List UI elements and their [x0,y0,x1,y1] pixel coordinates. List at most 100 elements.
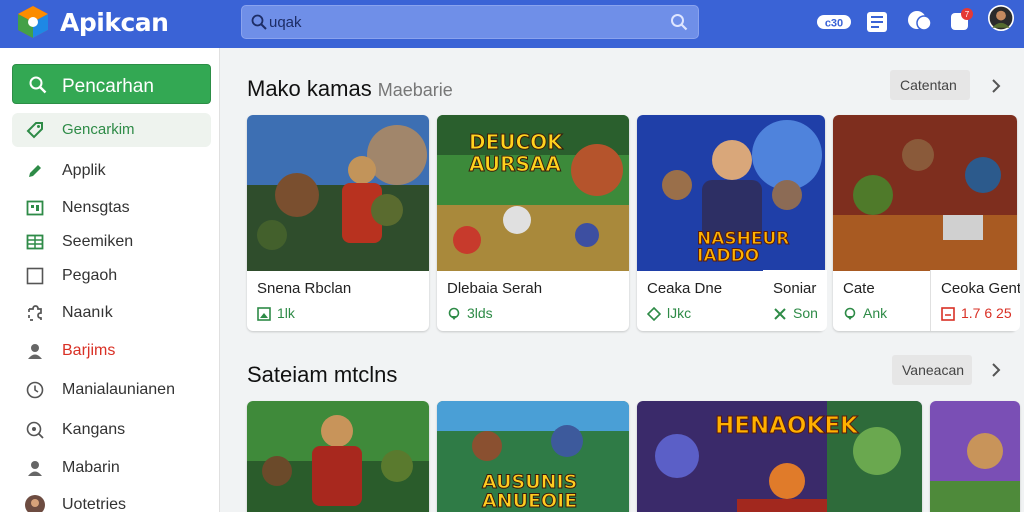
tag-icon [26,122,43,139]
square-icon [26,267,44,285]
game-meta: Ank [843,305,887,321]
avatar [25,495,45,512]
sidebar-item-gencarkim[interactable]: Gencarkim [12,113,211,147]
chevron-right-icon[interactable] [988,78,1004,94]
notifications-icon[interactable]: 7 [948,8,976,34]
more-button[interactable]: Catentan [890,70,970,100]
person-icon [28,461,42,476]
app-name[interactable]: Apikcan [60,8,169,37]
game-art-title: HENAOKEK [715,413,859,440]
game-meta-text: Son [793,305,818,321]
sidebar-item-label: Manialaunianen [62,381,175,398]
image-icon [257,307,271,321]
sidebar-search-button[interactable]: Pencarhan [12,64,211,104]
sidebar-item-applik[interactable]: Applik [12,154,211,188]
game-name: Cate [843,280,875,297]
game-meta: 1.7 6 25 [941,305,1012,321]
person-icon [28,344,42,359]
sidebar-search-label: Pencarhan [62,76,154,97]
game-meta-text: 3lds [467,305,493,321]
section-title-text: Mako kamas [247,76,372,101]
game-card[interactable]: Ceoka Gent 1.7 6 25 [930,270,1020,331]
section-subtitle: Maebarie [377,80,453,100]
search-icon [251,14,267,30]
game-card[interactable]: Snena Rbclan 1lk [247,115,429,331]
game-meta: Son [773,305,818,321]
game-art-title: NASHEUR IADDO [697,229,790,266]
game-name: Soniar [773,280,817,297]
game-name: Snena Rbclan [257,280,352,297]
search-input[interactable] [269,6,649,38]
game-card[interactable]: AUSUNIS ANUEOIE [437,401,629,512]
notification-badge: 7 [965,10,970,19]
sidebar-item-label: Seemiken [62,233,134,250]
game-card[interactable] [930,401,1020,512]
sidebar-item-kangans[interactable]: Kangans [12,413,211,447]
sidebar: Pencarhan Gencarkim Applik Nensgtas Seem… [0,48,220,512]
game-artwork [833,115,1017,271]
game-meta-text: lJkc [667,305,692,321]
sidebar-item-label: Uotetries [62,496,127,512]
game-art-title: AUSUNIS ANUEOIE [482,471,578,512]
game-art-title: DEUCOK AURSAA [469,130,564,176]
puzzle-icon [28,305,42,321]
game-artwork [930,401,1020,512]
sidebar-item-label: Nensgtas [62,199,130,216]
avatar[interactable] [985,5,1017,31]
game-name: Dlebaia Serah [447,280,543,297]
app-logo-icon[interactable] [16,4,50,40]
news-icon[interactable] [866,9,888,35]
game-artwork [247,401,429,512]
pin-icon [844,307,856,320]
section-title: Mako kamas Maebarie [247,76,453,102]
sidebar-item-nensgtas[interactable]: Nensgtas [12,191,211,225]
sidebar-item-label: Naanık [62,304,113,321]
game-card[interactable]: Soniar Son [763,270,827,331]
sidebar-item-mabarin[interactable]: Mabarin [12,451,211,485]
game-meta: lJkc [646,305,692,322]
sidebar-item-naanik[interactable]: Naanık [12,296,211,330]
more-button[interactable]: Vaneacan [892,355,972,385]
game-meta: 1lk [257,305,295,321]
search-bar[interactable] [241,5,699,39]
game-meta-text: 1.7 6 25 [961,305,1012,321]
sidebar-item-pegaoh[interactable]: Pegaoh [12,259,211,293]
diamond-icon [646,306,662,322]
sidebar-item-label: Pegaoh [62,267,118,284]
chevron-right-icon[interactable] [988,362,1004,378]
search-submit-icon[interactable] [670,13,688,31]
game-card[interactable] [247,401,429,512]
section-title: Sateiam mtclns [247,362,397,388]
sidebar-item-seemiken[interactable]: Seemiken [12,225,211,259]
sidebar-item-label: Barjims [62,342,116,359]
search-circle-icon [26,421,44,439]
section-title-text: Sateiam mtclns [247,362,398,387]
sidebar-item-label: Applik [62,162,106,179]
pencil-icon [29,165,41,177]
sidebar-item-manialaunianen[interactable]: Manialaunianen [12,373,211,407]
chat-icon[interactable] [906,8,932,34]
game-name: Ceoka Gent [941,280,1020,297]
table-icon [26,234,44,250]
tools-icon [774,308,786,320]
game-card[interactable]: DEUCOK AURSAA Dlebaia Serah 3lds [437,115,629,331]
gallery-icon [941,307,955,321]
game-card[interactable]: HENAOKEK [637,401,922,512]
game-artwork [247,115,429,271]
gamepad-icon[interactable]: c30 [816,12,852,38]
clock-icon [26,381,44,399]
sidebar-item-label: Kangans [62,421,126,438]
top-bar: Apikcan c30 7 [0,0,1024,48]
pin-icon [448,307,460,320]
game-meta-text: Ank [863,305,888,321]
search-icon [29,76,47,94]
grid-icon [26,200,44,216]
sidebar-item-barjims[interactable]: Barjims [12,334,211,368]
sidebar-item-label: Gencarkim [62,121,135,138]
game-meta: 3lds [447,305,493,321]
sidebar-item-uotetries[interactable]: Uotetries [12,488,211,512]
gamepad-text: c30 [825,18,843,30]
sidebar-item-label: Mabarin [62,459,120,476]
game-meta-text: 1lk [277,305,295,321]
game-name: Ceaka Dne [647,280,723,297]
